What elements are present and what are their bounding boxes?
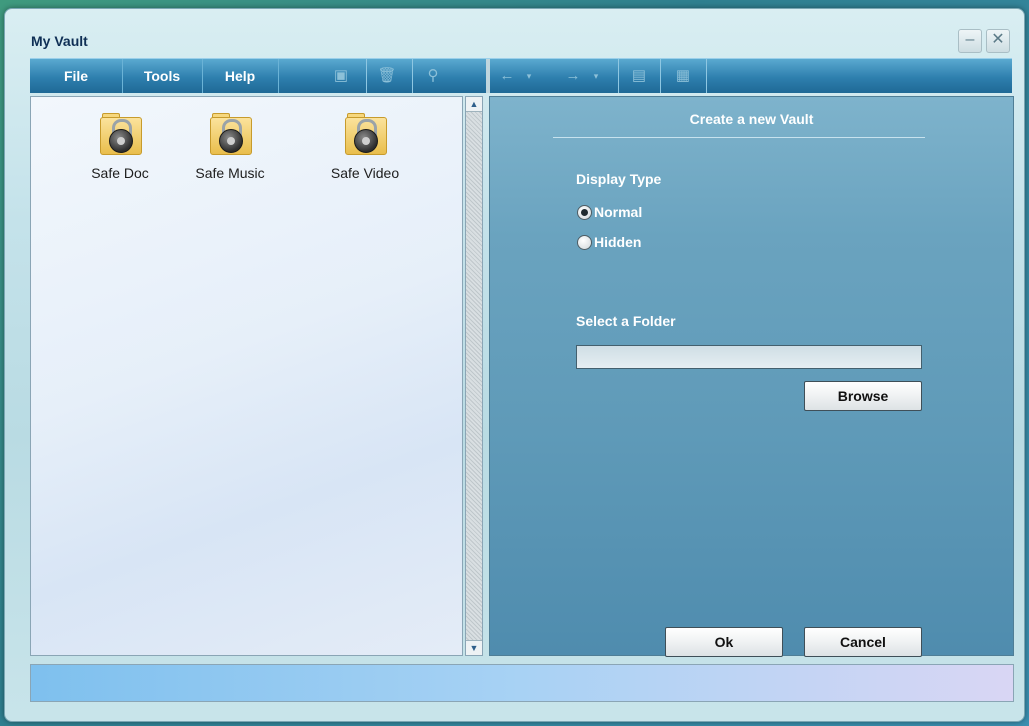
close-button[interactable]: ✕ (986, 29, 1010, 53)
pane-divider (486, 59, 490, 93)
radio-label: Normal (594, 204, 643, 220)
vault-label: Safe Video (330, 165, 400, 181)
toolbar-separator (366, 59, 367, 93)
menu-file[interactable]: File (30, 59, 123, 93)
folder-up-icon[interactable]: ▤ (628, 66, 650, 86)
vault-label: Safe Music (195, 165, 265, 181)
folder-path-input[interactable] (576, 345, 922, 369)
locked-folder-icon (100, 111, 142, 155)
locked-folder-icon (210, 111, 252, 155)
back-arrow-icon[interactable]: ← (496, 66, 518, 86)
title-bar[interactable]: My Vault – ✕ (5, 9, 1024, 61)
radio-hidden[interactable]: Hidden (577, 233, 641, 251)
panel-title: Create a new Vault (689, 111, 814, 127)
vault-label: Safe Doc (91, 165, 149, 181)
browse-button[interactable]: Browse (804, 381, 922, 411)
minimize-button[interactable]: – (958, 29, 982, 53)
radio-unchecked-icon[interactable] (577, 234, 592, 250)
dropdown-icon[interactable]: ▾ (518, 66, 540, 86)
toolbar-separator (660, 59, 661, 93)
search-icon[interactable]: ⚲ (422, 66, 444, 86)
cancel-button[interactable]: Cancel (804, 627, 922, 657)
create-vault-panel: Create a new Vault Display Type Normal H… (489, 96, 1014, 657)
menu-toolbar: File Tools Help ▣ 🗑 ⚲ ← ▾ → ▾ ▤ ▦ (30, 58, 1012, 93)
vault-item-safe-doc[interactable]: Safe Doc (70, 111, 170, 181)
forward-arrow-icon[interactable]: → (562, 66, 584, 86)
toolbar-separator (618, 59, 619, 93)
vault-item-safe-video[interactable]: Safe Video (315, 111, 415, 181)
trash-icon[interactable]: 🗑 (376, 66, 398, 86)
menu-help[interactable]: Help (202, 59, 279, 93)
toolbar-separator (412, 59, 413, 93)
window-title: My Vault (31, 33, 88, 49)
vertical-scrollbar[interactable]: ▲ ▼ (465, 96, 483, 656)
dropdown-icon[interactable]: ▾ (585, 66, 607, 86)
scroll-down-icon[interactable]: ▼ (466, 640, 482, 655)
display-type-label: Display Type (576, 171, 662, 187)
radio-normal[interactable]: Normal (577, 203, 642, 221)
select-folder-label: Select a Folder (576, 313, 676, 329)
radio-label: Hidden (594, 234, 642, 250)
status-bar (30, 664, 1014, 702)
scroll-up-icon[interactable]: ▲ (466, 97, 482, 112)
toolbar-separator (706, 59, 707, 93)
vault-list-pane: Safe Doc Safe Music Safe Video (30, 96, 463, 656)
menu-tools[interactable]: Tools (122, 59, 203, 93)
title-divider (553, 137, 925, 138)
vault-item-safe-music[interactable]: Safe Music (180, 111, 280, 181)
radio-checked-icon[interactable] (577, 204, 592, 220)
save-icon[interactable]: ▣ (330, 66, 352, 86)
list-view-icon[interactable]: ▦ (672, 66, 694, 86)
ok-button[interactable]: Ok (665, 627, 783, 657)
locked-folder-icon (345, 111, 387, 155)
